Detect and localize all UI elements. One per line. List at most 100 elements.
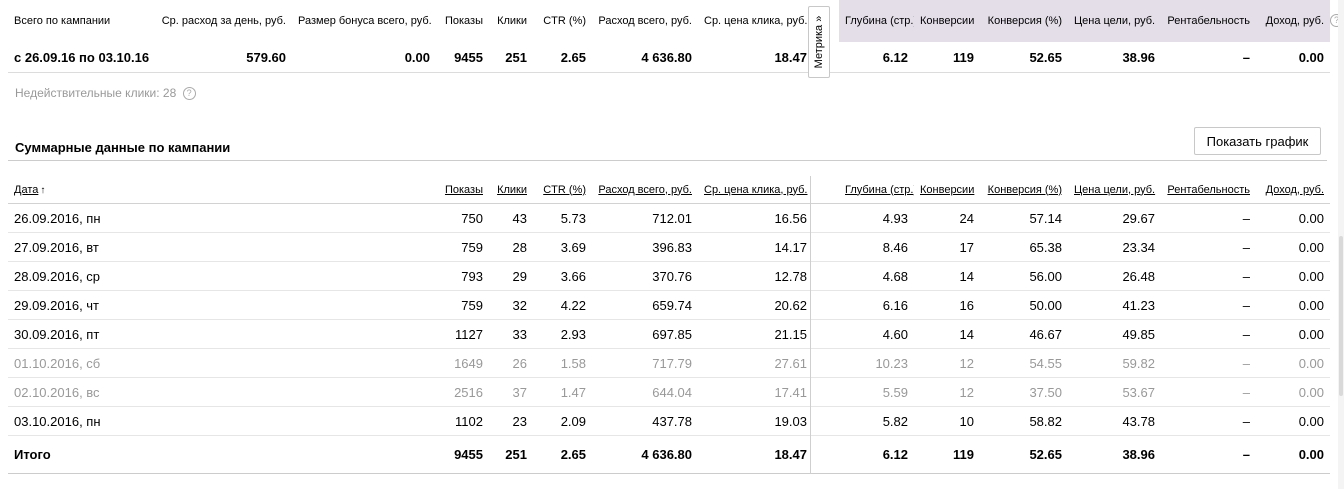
- header-profitability-sort[interactable]: Рентабельность: [1161, 176, 1256, 204]
- header-conv-rate-sort[interactable]: Конверсия (%): [980, 176, 1068, 204]
- row-clicks: 29: [489, 261, 533, 291]
- header-bonus: Размер бонуса всего, руб.: [298, 15, 432, 27]
- row-goal-cost: 43.78: [1068, 406, 1161, 436]
- row-goal-cost: 59.82: [1068, 348, 1161, 378]
- table-row: 29.09.2016, чт 759 32 4.22 659.74 20.62 6.16 16…: [8, 290, 1330, 320]
- row-profitability: –: [1161, 406, 1256, 436]
- row-profitability: –: [1161, 203, 1256, 233]
- table-row: 03.10.2016, пн 1102 23 2.09 437.78 19.03 5.82 1…: [8, 406, 1330, 436]
- row-clicks: 37: [489, 377, 533, 407]
- header-goal-cost-sort[interactable]: Цена цели, руб.: [1068, 176, 1161, 204]
- header-clicks-sort[interactable]: Клики: [489, 176, 533, 204]
- row-date: 26.09.2016, пн: [8, 203, 436, 233]
- row-profitability: –: [1161, 377, 1256, 407]
- total-conversions: 119: [914, 435, 980, 474]
- table-row: 28.09.2016, ср 793 29 3.66 370.76 12.78 4.68 14…: [8, 261, 1330, 291]
- row-ctr: 2.93: [533, 319, 592, 349]
- metrika-toggle-tab[interactable]: Метрика »: [808, 6, 830, 78]
- row-conv-rate: 57.14: [980, 203, 1068, 233]
- total-depth: 6.12: [839, 435, 914, 474]
- summary-data-row: с 26.09.16 по 03.10.16 579.60 0.00 9455 …: [8, 42, 1330, 73]
- row-ctr: 3.69: [533, 232, 592, 262]
- row-spacer: [813, 406, 839, 436]
- row-depth: 5.82: [839, 406, 914, 436]
- summary-impressions: 9455: [436, 42, 489, 73]
- row-conversions: 17: [914, 232, 980, 262]
- header-conversions-sort[interactable]: Конверсии: [914, 176, 980, 204]
- header-date-sort[interactable]: Дата ↑: [8, 176, 436, 204]
- row-ctr: 3.66: [533, 261, 592, 291]
- row-ctr: 1.47: [533, 377, 592, 407]
- row-spend: 659.74: [592, 290, 698, 320]
- row-profitability: –: [1161, 232, 1256, 262]
- header-revenue-sort[interactable]: Доход, руб.: [1256, 176, 1330, 204]
- row-ctr: 5.73: [533, 203, 592, 233]
- header-impressions: Показы: [444, 15, 483, 27]
- row-revenue: 0.00: [1256, 319, 1330, 349]
- row-conv-rate: 46.67: [980, 319, 1068, 349]
- help-icon[interactable]: ?: [182, 87, 196, 101]
- row-spend: 437.78: [592, 406, 698, 436]
- scrollbar-thumb[interactable]: [1339, 236, 1343, 396]
- row-profitability: –: [1161, 348, 1256, 378]
- row-impressions: 1649: [436, 348, 489, 378]
- row-conv-rate: 65.38: [980, 232, 1068, 262]
- row-avg-cpc: 21.15: [698, 319, 813, 349]
- summary-clicks: 251: [489, 42, 533, 73]
- row-conversions: 12: [914, 377, 980, 407]
- header-ctr: CTR (%): [543, 15, 586, 27]
- summary-avg-cpc: 18.47: [698, 42, 813, 73]
- row-clicks: 28: [489, 232, 533, 262]
- row-avg-cpc: 17.41: [698, 377, 813, 407]
- row-impressions: 750: [436, 203, 489, 233]
- row-conversions: 24: [914, 203, 980, 233]
- row-conv-rate: 37.50: [980, 377, 1068, 407]
- row-date: 28.09.2016, ср: [8, 261, 436, 291]
- header-conversions: Конверсии: [914, 0, 980, 42]
- show-chart-button[interactable]: Показать график: [1194, 127, 1321, 155]
- total-spend: 4 636.80: [592, 435, 698, 474]
- total-label: Итого: [8, 435, 436, 474]
- daily-table-body: 26.09.2016, пн 750 43 5.73 712.01 16.56 4.93 24…: [8, 203, 1330, 474]
- header-avg-cpc-sort[interactable]: Ср. цена клика, руб.: [698, 176, 813, 204]
- header-profitability: Рентабельность: [1161, 0, 1256, 42]
- row-conv-rate: 58.82: [980, 406, 1068, 436]
- summary-goal-cost: 38.96: [1068, 42, 1161, 73]
- row-profitability: –: [1161, 290, 1256, 320]
- summary-conv-rate: 52.65: [980, 42, 1068, 73]
- row-depth: 6.16: [839, 290, 914, 320]
- row-profitability: –: [1161, 319, 1256, 349]
- header-impressions-sort[interactable]: Показы: [436, 176, 489, 204]
- table-row: 01.10.2016, сб 1649 26 1.58 717.79 27.61 10.23…: [8, 348, 1330, 378]
- table-row: 26.09.2016, пн 750 43 5.73 712.01 16.56 4.93 24…: [8, 203, 1330, 233]
- row-goal-cost: 53.67: [1068, 377, 1161, 407]
- header-campaign: Всего по кампании: [14, 15, 111, 27]
- row-avg-cpc: 14.17: [698, 232, 813, 262]
- row-spacer: [813, 232, 839, 262]
- row-impressions: 759: [436, 290, 489, 320]
- row-avg-cpc: 12.78: [698, 261, 813, 291]
- header-avg-daily: Ср. расход за день, руб.: [161, 15, 286, 27]
- header-clicks: Клики: [497, 15, 527, 27]
- row-date: 29.09.2016, чт: [8, 290, 436, 320]
- row-clicks: 43: [489, 203, 533, 233]
- header-depth-sort[interactable]: Глубина (стр.): [839, 176, 914, 204]
- row-goal-cost: 23.34: [1068, 232, 1161, 262]
- row-conv-rate: 56.00: [980, 261, 1068, 291]
- header-ctr-sort[interactable]: CTR (%): [533, 176, 592, 204]
- row-spacer: [813, 290, 839, 320]
- row-date: 01.10.2016, сб: [8, 348, 436, 378]
- total-clicks: 251: [489, 435, 533, 474]
- row-revenue: 0.00: [1256, 232, 1330, 262]
- row-impressions: 759: [436, 232, 489, 262]
- row-spend: 697.85: [592, 319, 698, 349]
- summary-period: с 26.09.16 по 03.10.16: [8, 42, 150, 73]
- summary-header-row: Всего по кампании Ср. расход за день, ру…: [8, 0, 1330, 42]
- header-spend-sort[interactable]: Расход всего, руб.: [592, 176, 698, 204]
- row-date: 03.10.2016, пн: [8, 406, 436, 436]
- sort-arrow-icon: ↑: [40, 184, 46, 196]
- total-impressions: 9455: [436, 435, 489, 474]
- row-clicks: 26: [489, 348, 533, 378]
- summary-spend: 4 636.80: [592, 42, 698, 73]
- invalid-clicks-info: Недействительные клики: 28 ?: [15, 86, 196, 101]
